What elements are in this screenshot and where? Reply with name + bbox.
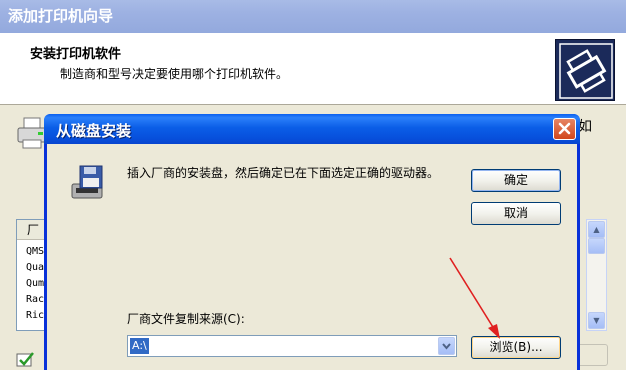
wizard-title: 添加打印机向导 xyxy=(8,7,114,25)
ok-button[interactable]: 确定 xyxy=(471,169,561,192)
wizard-heading: 安装打印机软件 xyxy=(30,47,122,62)
close-icon xyxy=(558,122,571,135)
signed-driver-icon xyxy=(16,351,36,369)
install-instruction: 插入厂商的安装盘，然后确定已在下面选定正确的驱动器。 xyxy=(127,166,440,180)
source-label: 厂商文件复制来源(C): xyxy=(127,312,245,326)
dialog-title-bar[interactable]: 从磁盘安装 xyxy=(44,114,580,144)
browse-button[interactable]: 浏览(B)... xyxy=(471,336,561,359)
list-item[interactable]: QMS xyxy=(26,246,44,258)
wizard-title-bar[interactable]: 添加打印机向导 xyxy=(0,0,626,33)
scroll-up-icon[interactable]: ▲ xyxy=(588,221,605,238)
list-item[interactable]: Ric xyxy=(26,310,44,322)
list-item[interactable]: Rac xyxy=(26,294,44,306)
source-combobox[interactable]: A:\ xyxy=(127,335,457,357)
list-item[interactable]: Qua xyxy=(26,262,44,274)
install-from-disk-dialog: 从磁盘安装 插入厂商的安装盘，然后确定已在下面选定正确的驱动器。 确定 取消 厂… xyxy=(44,114,580,370)
wizard-subheading: 制造商和型号决定要使用哪个打印机软件。 xyxy=(60,67,289,81)
close-button[interactable] xyxy=(553,118,576,140)
obscured-instruction-text: 如 xyxy=(578,119,592,135)
printer-wizard-icon xyxy=(555,39,615,101)
cancel-button[interactable]: 取消 xyxy=(471,202,561,225)
scroll-thumb[interactable] xyxy=(588,238,605,254)
model-list-scrollbar[interactable]: ▲ ▼ xyxy=(586,219,607,331)
dropdown-button[interactable] xyxy=(438,337,455,355)
floppy-install-icon xyxy=(68,164,108,202)
wizard-header: 安装打印机软件 制造商和型号决定要使用哪个打印机软件。 xyxy=(0,33,626,105)
chevron-down-icon xyxy=(442,343,451,350)
list-item[interactable]: Qum xyxy=(26,278,44,290)
dialog-title: 从磁盘安装 xyxy=(56,122,132,140)
scroll-down-icon[interactable]: ▼ xyxy=(588,312,605,329)
dialog-client-area: 插入厂商的安装盘，然后确定已在下面选定正确的驱动器。 确定 取消 厂商文件复制来… xyxy=(47,144,577,370)
source-value[interactable]: A:\ xyxy=(130,338,149,354)
